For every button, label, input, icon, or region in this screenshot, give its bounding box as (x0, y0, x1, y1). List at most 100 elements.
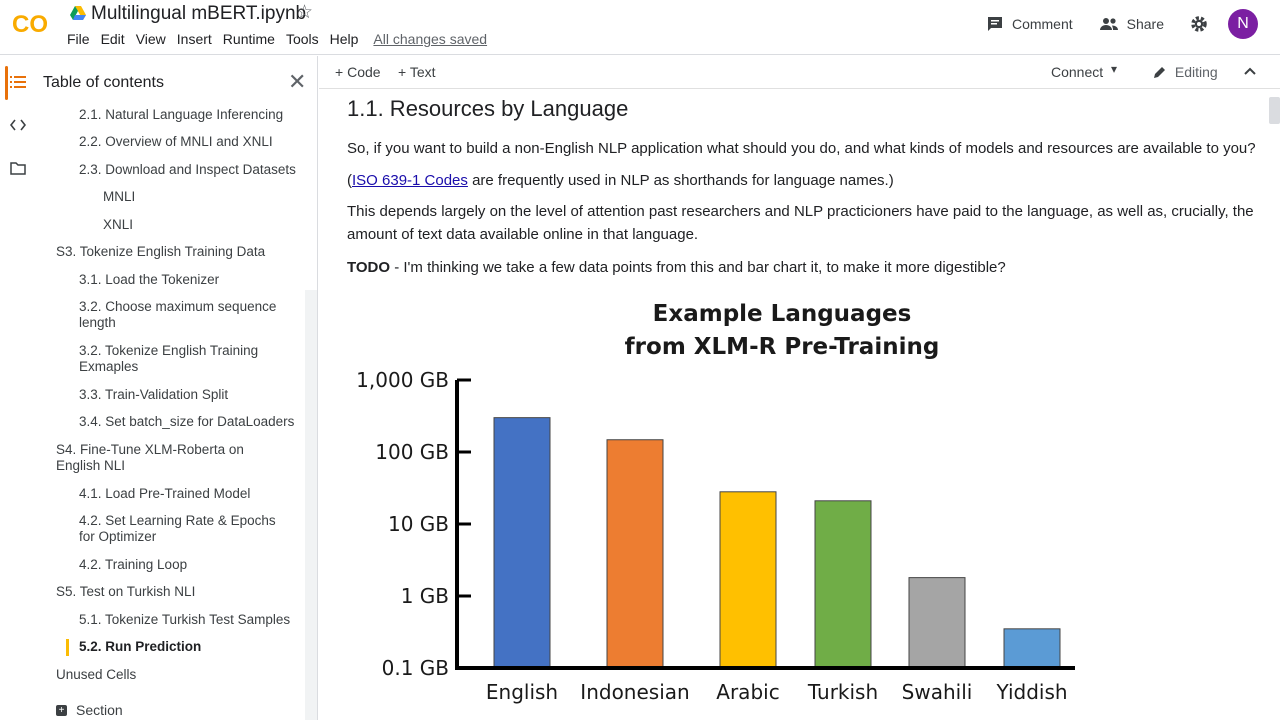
notebook-toolbar: + Code + Text Connect ▾ Editing (319, 56, 1280, 89)
toc-item[interactable]: 4.2. Set Learning Rate & Epochs for Opti… (79, 513, 291, 545)
section-label: Section (76, 702, 123, 718)
y-tick-label: 0.1 GB (382, 656, 449, 680)
menu-tools[interactable]: Tools (286, 31, 319, 47)
star-icon[interactable]: ☆ (296, 1, 313, 24)
add-text-button[interactable]: + Text (398, 64, 436, 80)
x-tick-label: Yiddish (995, 680, 1067, 704)
toc-item[interactable]: 4.1. Load Pre-Trained Model (79, 486, 304, 502)
add-code-button[interactable]: + Code (335, 64, 381, 80)
header: CO Multilingual mBERT.ipynb ☆ File Edit … (0, 0, 1280, 55)
side-rail (0, 56, 36, 720)
toc-item[interactable]: 4.2. Training Loop (79, 557, 304, 573)
comment-button[interactable]: Comment (986, 15, 1073, 33)
colab-logo[interactable]: CO (12, 10, 54, 36)
comment-icon (987, 17, 1002, 31)
active-item-indicator (66, 639, 69, 656)
toc-item[interactable]: S4. Fine-Tune XLM-Roberta on English NLI (56, 442, 291, 474)
header-actions: Comment Share N (986, 8, 1280, 40)
plus-icon: + (398, 64, 407, 80)
iso-codes-link[interactable]: ISO 639-1 Codes (352, 172, 468, 189)
toc-item[interactable]: 2.1. Natural Language Inferencing (79, 107, 304, 123)
bar-arabic (719, 491, 777, 669)
bar-indonesian (606, 439, 664, 669)
share-button[interactable]: Share (1099, 16, 1164, 32)
menu-bar: File Edit View Insert Runtime Tools Help… (67, 31, 498, 47)
menu-file[interactable]: File (67, 31, 90, 47)
toc-item[interactable]: 3.1. Load the Tokenizer (79, 272, 304, 288)
content-scrollbar[interactable] (1269, 97, 1280, 124)
toc-item-active[interactable]: 5.2. Run Prediction (79, 639, 304, 655)
x-tick-label: Arabic (716, 680, 779, 704)
y-tick-label: 10 GB (388, 512, 449, 536)
paragraph: TODO - I'm thinking we take a few data p… (347, 256, 1257, 279)
avatar[interactable]: N (1228, 9, 1258, 39)
plus-icon: + (335, 64, 344, 80)
menu-help[interactable]: Help (330, 31, 359, 47)
paragraph: This depends largely on the level of att… (347, 203, 1254, 243)
toc-scrollbar[interactable] (305, 290, 317, 720)
toc-item[interactable]: 3.2. Tokenize English Training Exmaples (79, 343, 269, 375)
pencil-icon (1154, 67, 1165, 78)
plus-icon: + (56, 704, 67, 716)
toc-item[interactable]: S3. Tokenize English Training Data (56, 244, 281, 260)
toc-item[interactable]: 3.2. Choose maximum sequence length (79, 299, 284, 331)
editing-mode-button[interactable]: Editing (1153, 64, 1218, 80)
notebook-content: 1.1. Resources by Language So, if you wa… (319, 90, 1280, 720)
connect-button[interactable]: Connect (1051, 64, 1103, 80)
chart-subtitle: from XLM-R Pre-Training (625, 334, 940, 360)
section-heading: 1.1. Resources by Language (347, 96, 629, 121)
toc-title: Table of contents (43, 74, 164, 91)
menu-runtime[interactable]: Runtime (223, 31, 275, 47)
x-tick-label: Indonesian (580, 680, 689, 704)
x-tick-label: English (486, 680, 558, 704)
rail-selected-indicator (5, 66, 8, 100)
menu-view[interactable]: View (136, 31, 166, 47)
code-snippets-icon[interactable] (10, 119, 26, 131)
toc-item[interactable]: 2.2. Overview of MNLI and XNLI (79, 134, 304, 150)
settings-button[interactable] (1190, 15, 1216, 33)
bar-turkish (814, 500, 872, 669)
add-text-label: Text (409, 64, 436, 80)
x-tick-label: Swahili (902, 680, 973, 704)
y-tick-label: 1,000 GB (356, 368, 449, 392)
folder-icon[interactable] (10, 162, 26, 175)
toc-item[interactable]: S5. Test on Turkish NLI (56, 584, 281, 600)
close-icon[interactable]: ✕ (288, 69, 306, 95)
drive-icon[interactable] (70, 6, 86, 20)
toc-item[interactable]: 3.4. Set batch_size for DataLoaders (79, 414, 304, 430)
toc-item[interactable]: 2.3. Download and Inspect Datasets (79, 162, 304, 178)
menu-insert[interactable]: Insert (177, 31, 212, 47)
toc-icon[interactable] (10, 75, 26, 89)
toc-item[interactable]: Unused Cells (56, 667, 281, 683)
gear-icon (1191, 16, 1207, 32)
bar-swahili (908, 577, 966, 669)
bar-english (493, 417, 551, 669)
save-status-link[interactable]: All changes saved (373, 31, 487, 47)
paragraph: (ISO 639-1 Codes are frequently used in … (347, 169, 1257, 192)
menu-edit[interactable]: Edit (101, 31, 125, 47)
y-tick-label: 1 GB (401, 584, 449, 608)
y-tick-label: 100 GB (375, 440, 449, 464)
chevron-down-icon[interactable]: ▾ (1111, 62, 1117, 76)
todo-label: TODO (347, 259, 391, 276)
editing-label: Editing (1174, 64, 1218, 80)
toc-item[interactable]: 3.3. Train-Validation Split (79, 387, 304, 403)
chevron-up-icon[interactable] (1243, 66, 1257, 76)
toc-item[interactable]: MNLI (103, 189, 317, 205)
share-label: Share (1126, 16, 1164, 32)
add-section-button[interactable]: + Section (56, 702, 123, 718)
table-of-contents-panel: Table of contents ✕ 2.1. Natural Languag… (36, 56, 318, 720)
toc-item[interactable]: XNLI (103, 217, 317, 233)
logo-text: CO (12, 11, 48, 36)
add-code-label: Code (347, 64, 381, 80)
bar-yiddish (1003, 628, 1061, 669)
connect-label: Connect (1051, 64, 1104, 80)
toc-item[interactable]: 5.1. Tokenize Turkish Test Samples (79, 612, 304, 628)
people-icon (1099, 18, 1118, 30)
comment-label: Comment (1011, 16, 1073, 32)
language-data-chart: Example Languages from XLM-R Pre-Training… (356, 301, 1075, 704)
chart-title: Example Languages (653, 301, 912, 327)
paragraph-text: are frequently used in NLP as shorthands… (467, 172, 894, 189)
notebook-title[interactable]: Multilingual mBERT.ipynb (91, 3, 306, 25)
paragraph: So, if you want to build a non-English N… (347, 140, 1256, 157)
